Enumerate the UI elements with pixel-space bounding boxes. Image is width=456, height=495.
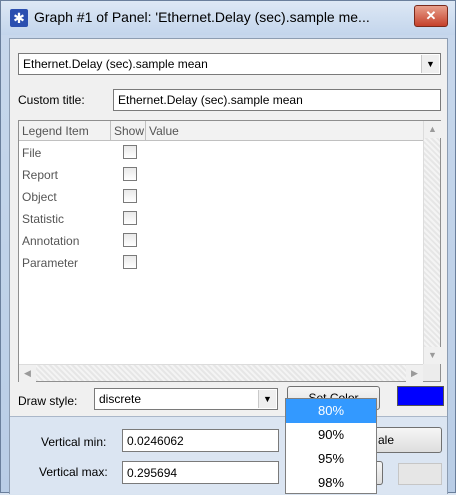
popup-option[interactable]: 98% xyxy=(286,471,376,495)
column-show[interactable]: Show xyxy=(114,124,144,140)
row-label: Annotation xyxy=(22,234,80,248)
table-row[interactable]: Report xyxy=(19,164,423,186)
row-label: File xyxy=(22,146,42,160)
title-bar[interactable]: ✱ Graph #1 of Panel: 'Ethernet.Delay (se… xyxy=(1,1,455,35)
vertical-max-label: Vertical max: xyxy=(39,465,108,479)
column-divider xyxy=(145,121,146,141)
legend-grid: Legend Item Show Value File Report Objec… xyxy=(18,120,441,382)
show-checkbox[interactable] xyxy=(123,167,137,181)
app-star-icon: ✱ xyxy=(10,9,28,27)
color-swatch[interactable] xyxy=(397,386,444,406)
row-label: Parameter xyxy=(22,256,79,270)
vertical-scrollbar[interactable]: ▲ ▼ xyxy=(423,121,441,364)
table-row[interactable]: Parameter xyxy=(19,252,423,274)
show-checkbox[interactable] xyxy=(123,233,137,247)
chevron-down-icon[interactable]: ▼ xyxy=(258,390,276,408)
scroll-down-icon[interactable]: ▼ xyxy=(424,347,441,364)
dialog-body: Ethernet.Delay (sec).sample mean ▼ Custo… xyxy=(9,38,448,494)
legend-grid-rows: File Report Object Statistic Annotation xyxy=(19,142,423,274)
chevron-down-icon[interactable]: ▼ xyxy=(421,55,439,73)
scroll-up-icon[interactable]: ▲ xyxy=(424,121,441,138)
row-label: Statistic xyxy=(22,212,65,226)
custom-title-input[interactable]: Ethernet.Delay (sec).sample mean xyxy=(113,89,441,111)
scrollbar-corner xyxy=(423,364,440,381)
scroll-left-icon[interactable]: ◀ xyxy=(19,365,36,382)
show-checkbox[interactable] xyxy=(123,145,137,159)
vertical-min-input[interactable]: 0.0246062 xyxy=(122,429,279,452)
draw-style-label: Draw style: xyxy=(18,394,78,408)
table-row[interactable]: Object xyxy=(19,186,423,208)
draw-style-value: discrete xyxy=(99,392,142,406)
window-title: Graph #1 of Panel: 'Ethernet.Delay (sec)… xyxy=(34,9,370,25)
legend-grid-header: Legend Item Show Value xyxy=(19,121,423,141)
row-label: Object xyxy=(22,190,57,204)
series-dropdown-value: Ethernet.Delay (sec).sample mean xyxy=(23,57,208,71)
custom-title-label: Custom title: xyxy=(18,93,85,107)
row-label: Report xyxy=(22,168,59,182)
close-button[interactable]: ✕ xyxy=(414,5,448,27)
disabled-field xyxy=(398,463,442,485)
draw-style-dropdown[interactable]: discrete ▼ xyxy=(94,388,278,410)
table-row[interactable]: Statistic xyxy=(19,208,423,230)
show-checkbox[interactable] xyxy=(123,211,137,225)
column-divider xyxy=(110,121,111,141)
show-checkbox[interactable] xyxy=(123,189,137,203)
show-checkbox[interactable] xyxy=(123,255,137,269)
graph-properties-window: ✱ Graph #1 of Panel: 'Ethernet.Delay (se… xyxy=(0,0,456,494)
popup-option[interactable]: 90% xyxy=(286,423,376,447)
scroll-right-icon[interactable]: ▶ xyxy=(406,365,423,382)
table-row[interactable]: File xyxy=(19,142,423,164)
horizontal-scrollbar[interactable]: ◀ ▶ xyxy=(19,364,423,382)
vertical-range-panel: Vertical min: 0.0246062 Vertical max: 0.… xyxy=(10,416,447,494)
vertical-max-input[interactable]: 0.295694 xyxy=(122,461,279,484)
popup-option[interactable]: 95% xyxy=(286,447,376,471)
column-legend-item[interactable]: Legend Item xyxy=(22,124,89,140)
table-row[interactable]: Annotation xyxy=(19,230,423,252)
percent-popup-list[interactable]: 80% 90% 95% 98% xyxy=(285,398,377,494)
series-dropdown[interactable]: Ethernet.Delay (sec).sample mean ▼ xyxy=(18,53,441,75)
popup-option[interactable]: 80% xyxy=(286,399,376,423)
vertical-min-label: Vertical min: xyxy=(41,435,107,449)
column-value[interactable]: Value xyxy=(149,124,179,140)
